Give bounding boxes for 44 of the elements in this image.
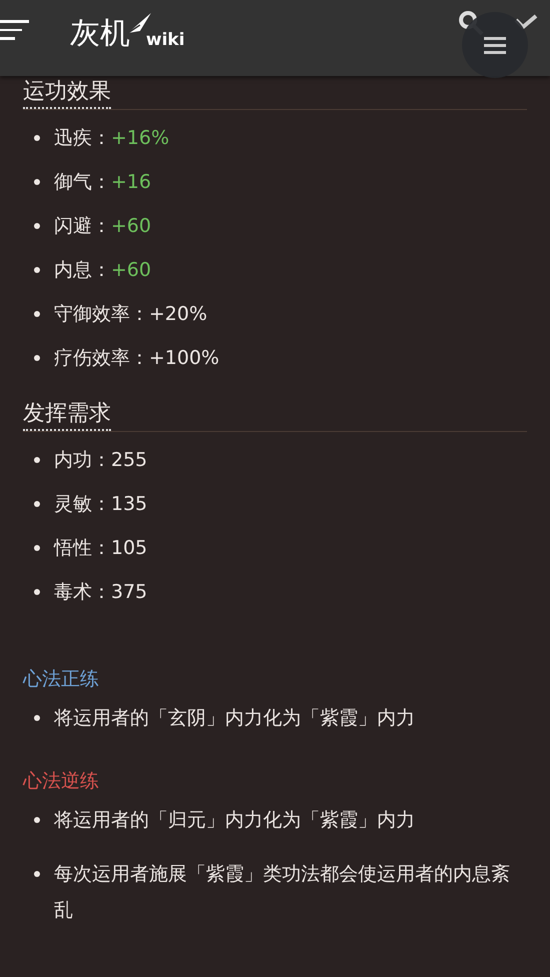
list-icon (484, 36, 506, 54)
bullet-icon (34, 135, 40, 141)
toc-button[interactable] (462, 12, 528, 78)
stat-label: 迅疾： (54, 126, 111, 151)
stat-value: +60 (111, 215, 152, 237)
menu-icon[interactable] (0, 19, 30, 43)
stat-value: 135 (111, 493, 148, 515)
note-text: 将运用者的「玄阴」内力化为「紫霞」内力 (54, 706, 416, 731)
stat-label: 疗伤效率： (54, 346, 149, 371)
stat-label: 闪避： (54, 214, 111, 239)
stat-value: +16 (111, 171, 152, 193)
bullet-icon (34, 817, 40, 823)
bullet-icon (34, 871, 40, 877)
bullet-icon (34, 267, 40, 273)
note-text: 每次运用者施展「紫霞」类功法都会使运用者的内息紊乱 (54, 862, 511, 923)
section-heading: 发挥需求 (23, 400, 111, 431)
stat-label: 守御效率： (54, 302, 149, 327)
stat-label: 御气： (54, 170, 111, 195)
stat-value: +16% (111, 127, 170, 149)
subsection-heading: 心法逆练 (23, 769, 99, 794)
bullet-icon (34, 545, 40, 551)
bullet-icon (34, 179, 40, 185)
stat-value: 375 (111, 581, 148, 603)
bullet-icon (34, 715, 40, 721)
site-logo[interactable]: 灰机 wiki (70, 11, 185, 51)
stat-value: +20% (149, 303, 208, 325)
section-heading: 运功效果 (23, 78, 111, 109)
stat-label: 内息： (54, 258, 111, 283)
subsection-heading: 心法正练 (23, 667, 99, 692)
bullet-icon (34, 589, 40, 595)
stat-label: 内功： (54, 448, 111, 473)
stat-label: 悟性： (54, 536, 111, 561)
bullet-icon (34, 501, 40, 507)
stat-value: 255 (111, 449, 148, 471)
stat-label: 灵敏： (54, 492, 111, 517)
stat-value: +60 (111, 259, 152, 281)
stat-value: 105 (111, 537, 148, 559)
bullet-icon (34, 355, 40, 361)
stat-value: +100% (149, 347, 220, 369)
stat-label: 毒术： (54, 580, 111, 605)
bullet-icon (34, 457, 40, 463)
bullet-icon (34, 311, 40, 317)
note-text: 将运用者的「归元」内力化为「紫霞」内力 (54, 808, 416, 833)
bullet-icon (34, 223, 40, 229)
